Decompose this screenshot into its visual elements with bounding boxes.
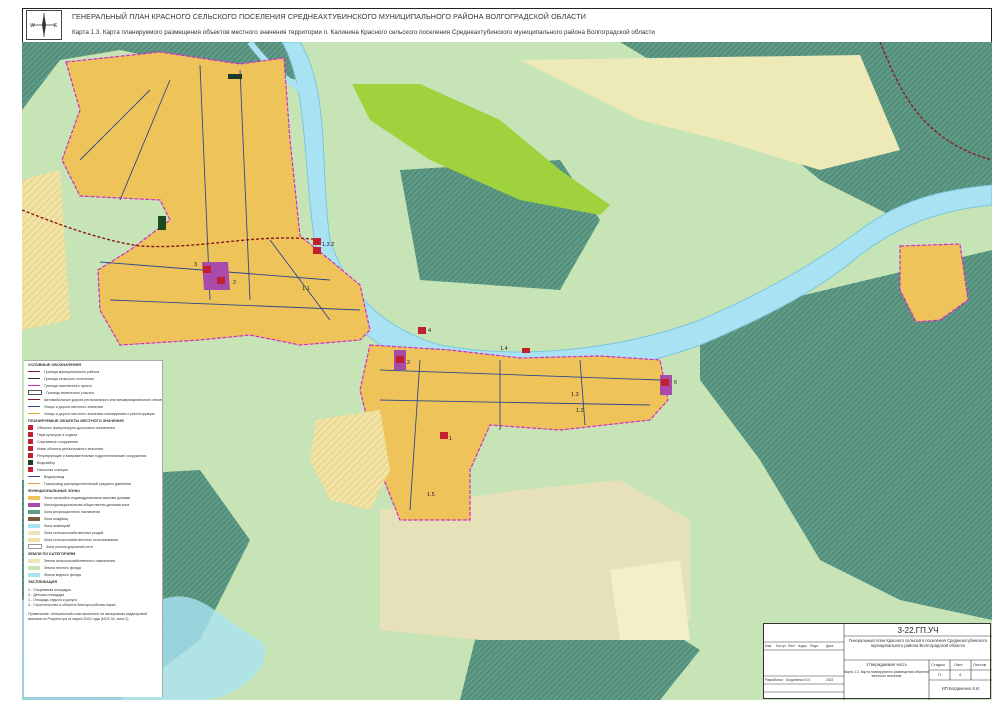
legend-item: Автомобильные дороги регионального или м… (28, 396, 162, 403)
legend-item: Спортивное сооружение (28, 438, 162, 445)
legend-item: Иные объекты регионального значения (28, 445, 162, 452)
legend-item: Зона акваторий (28, 522, 162, 529)
legend-title: УСЛОВНЫЕ ОБОЗНАЧЕНИЯ (28, 363, 82, 367)
label-6: 6 (674, 380, 677, 386)
legend-item: Насосная станция (28, 466, 162, 473)
legend-section: ЗЕМЛИ ПО КАТЕГОРИЯМ (28, 552, 76, 556)
legend-item: Зона улично-дорожной сети (28, 543, 162, 550)
title-block: Изм. Кол.уч Лист №док Подп. Дата Разрабо… (763, 623, 992, 700)
sheet-value: 4 (959, 672, 962, 677)
legend-section: ПЛАНИРУЕМЫЕ ОБЪЕКТЫ МЕСТНОГО ЗНАЧЕНИЯ (28, 419, 124, 423)
agri-field-small (610, 560, 690, 640)
project-name: Генеральный план Красного сельского посе… (848, 638, 988, 648)
legend-item: Газопровод распределительный среднего да… (28, 480, 162, 487)
legend-item: Водозабор (28, 459, 162, 466)
label-1-3: 1.3 (571, 392, 579, 398)
label-2-east: 2 (407, 360, 410, 366)
label-2-west: 2 (233, 280, 236, 286)
approved-part: Утверждаемая часть (866, 662, 907, 667)
legend-note: Примечание: генеральный план выполнен на… (28, 612, 147, 621)
label-1-3-2: 1.3.2 (322, 242, 334, 248)
legend-item: Зона сельскохозяйственных угодий (28, 529, 162, 536)
legend-item: Зона сельскохозяйственного использования (28, 536, 162, 543)
map-sheet: W E ГЕНЕРАЛЬНЫЙ ПЛАН КРАСНОГО СЕЛЬСКОГО … (0, 0, 1000, 706)
sheet-header: Лист (954, 662, 963, 667)
legend-item: Регулирующие и выправительные гидротехни… (28, 452, 162, 459)
legend-item: Зона застройки индивидуальными жилыми до… (28, 494, 162, 501)
label-3: 3 (194, 262, 197, 268)
label-1-1: 1.1 (302, 286, 310, 292)
legend-item: Улицы и дороги местного значения (28, 403, 162, 410)
legend-item: Граница муниципального района (28, 368, 162, 375)
legend-item: Граница земельного участка (28, 389, 162, 396)
sheets-header: Листов (973, 662, 986, 667)
label-4: 4 (428, 328, 431, 334)
legend-item: Земли лесного фонда (28, 564, 162, 571)
sheet-caption: Карта 1.3. Карта планируемого размещения… (844, 670, 929, 678)
legend-item: Зона рекреационного назначения (28, 508, 162, 515)
document-code: 3-22.ГП.УЧ (897, 626, 939, 635)
legend-item: Объекты физкультурно-досугового назначен… (28, 424, 162, 431)
legend-panel: УСЛОВНЫЕ ОБОЗНАЧЕНИЯ Граница муниципальн… (24, 360, 163, 697)
legend-item: Парк культуры и отдыха (28, 431, 162, 438)
legend-section: ФУНКЦИОНАЛЬНЫЕ ЗОНЫ (28, 489, 80, 493)
stage-value: П (938, 672, 941, 677)
legend-item: Зона кладбищ (28, 515, 162, 522)
label-1: 1 (449, 436, 452, 442)
legend-section: ЭКСПЛИКАЦИЯ (28, 580, 58, 584)
legend-item: Граница сельского поселения (28, 375, 162, 382)
map-canvas: 1.3.2 3 2 1.1 1.4 2 1.3 1.2 1 1.5 6 4 (22, 42, 992, 700)
label-1-4: 1.4 (500, 346, 508, 352)
label-1-5: 1.5 (427, 492, 435, 498)
legend-item: Земли сельскохозяйственного назначения (28, 557, 162, 564)
legend-item: Многофункциональная общественно-деловая … (28, 501, 162, 508)
legend-item: Земли водного фонда (28, 571, 162, 578)
explication-4: 4 - Строительство и объекты благоустройс… (28, 603, 116, 607)
organization: ИП Богданенко К.И. (941, 686, 981, 691)
stage-header: Стадия (931, 662, 945, 667)
legend-item: Водопровод (28, 473, 162, 480)
legend-item: Улицы и дороги местного значения планиру… (28, 410, 162, 417)
label-1-2: 1.2 (576, 408, 584, 414)
legend-item: Граница населенного пункта (28, 382, 162, 389)
